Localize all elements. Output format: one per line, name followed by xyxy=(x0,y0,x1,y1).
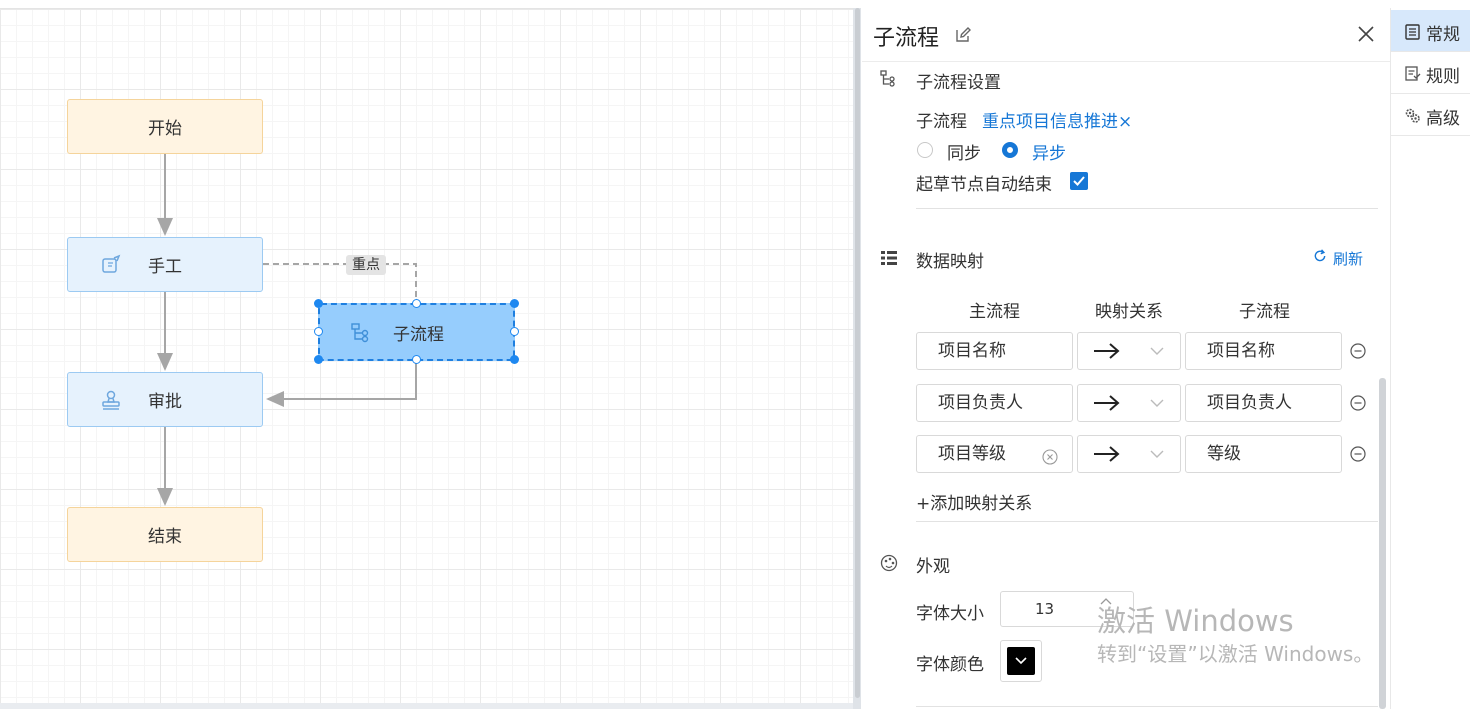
activation-watermark-title: 激活 Windows xyxy=(1097,604,1294,638)
start-node-label: 开始 xyxy=(148,119,182,139)
approve-node[interactable]: 审批 xyxy=(67,372,263,427)
subprocess-settings-icon xyxy=(880,70,895,87)
panel-title: 子流程 xyxy=(873,26,940,51)
remove-row-icon[interactable] xyxy=(1350,395,1366,411)
font-color-label: 字体颜色 xyxy=(916,655,984,675)
relation-select[interactable] xyxy=(1077,384,1181,422)
edge-manual-subprocess xyxy=(263,263,417,302)
resize-handle-ne[interactable] xyxy=(510,299,519,308)
tab-advanced-label: 高级 xyxy=(1426,109,1460,129)
manual-node-label: 手工 xyxy=(148,257,182,277)
arrow-right-icon xyxy=(1094,446,1120,462)
palette-icon xyxy=(880,554,898,572)
remove-row-icon[interactable] xyxy=(1350,343,1366,359)
approve-node-label: 审批 xyxy=(148,392,182,412)
stamp-icon xyxy=(102,390,120,410)
remove-row-icon[interactable] xyxy=(1350,446,1366,462)
activation-watermark-hint: 转到“设置”以激活 Windows。 xyxy=(1097,642,1374,666)
main-field-input[interactable]: 项目名称 xyxy=(916,332,1073,370)
font-color-picker[interactable] xyxy=(1000,640,1042,682)
connect-handle-left[interactable] xyxy=(314,327,323,336)
chevron-down-icon xyxy=(1150,347,1164,355)
subprocess-node-label: 子流程 xyxy=(393,324,444,345)
start-node[interactable]: 开始 xyxy=(67,99,263,154)
refresh-button[interactable]: 刷新 xyxy=(1333,248,1363,269)
data-mapping-title: 数据映射 xyxy=(916,252,984,272)
canvas-vertical-scrollbar[interactable] xyxy=(855,8,860,698)
refresh-icon[interactable] xyxy=(1313,249,1327,263)
main-field-input[interactable]: 项目负责人 xyxy=(916,384,1073,422)
relation-select[interactable] xyxy=(1077,332,1181,370)
subprocess-value-link[interactable]: 重点项目信息推进× xyxy=(982,107,1132,132)
tab-advanced[interactable]: 高级 xyxy=(1391,94,1470,136)
panel-scrollbar[interactable] xyxy=(1379,378,1386,709)
edge-subprocess-approve xyxy=(266,361,417,407)
edge-label[interactable]: 重点 xyxy=(346,255,386,275)
column-header-main: 主流程 xyxy=(969,302,1020,322)
async-radio-label[interactable]: 异步 xyxy=(1032,139,1066,164)
tab-rules-label: 规则 xyxy=(1426,67,1460,87)
rules-icon xyxy=(1405,66,1421,81)
section-divider xyxy=(916,208,1378,209)
relation-select[interactable] xyxy=(1077,435,1181,473)
arrow-right-icon xyxy=(1094,343,1120,359)
end-node[interactable]: 结束 xyxy=(67,507,263,562)
connect-handle-bottom[interactable] xyxy=(412,355,421,364)
connect-handle-right[interactable] xyxy=(510,327,519,336)
end-node-label: 结束 xyxy=(148,527,182,547)
arrow-right-icon xyxy=(1094,395,1120,411)
add-mapping-button[interactable]: +添加映射关系 xyxy=(916,489,1032,514)
appearance-title: 外观 xyxy=(916,557,950,577)
manual-task-icon xyxy=(102,254,121,273)
subprocess-settings-title: 子流程设置 xyxy=(916,73,1001,93)
sync-radio-label[interactable]: 同步 xyxy=(947,139,981,164)
auto-end-label: 起草节点自动结束 xyxy=(916,175,1052,195)
tab-general[interactable]: 常规 xyxy=(1391,10,1470,52)
panel-header: 子流程 xyxy=(862,8,1390,62)
chevron-down-icon xyxy=(1150,450,1164,458)
sub-field-input[interactable]: 项目负责人 xyxy=(1185,384,1342,422)
font-size-value: 13 xyxy=(1035,600,1055,618)
sub-field-input[interactable]: 项目名称 xyxy=(1185,332,1342,370)
edit-icon[interactable] xyxy=(954,26,972,44)
resize-handle-sw[interactable] xyxy=(314,355,323,364)
resize-handle-se[interactable] xyxy=(510,355,519,364)
gears-icon xyxy=(1405,108,1420,123)
font-size-label: 字体大小 xyxy=(916,604,984,624)
sub-field-input[interactable]: 等级 xyxy=(1185,435,1342,473)
section-divider xyxy=(916,706,1378,707)
resize-handle-nw[interactable] xyxy=(314,299,323,308)
auto-end-checkbox[interactable] xyxy=(1070,172,1088,190)
close-icon[interactable] xyxy=(1356,24,1376,44)
manual-node[interactable]: 手工 xyxy=(67,237,263,292)
tab-rules[interactable]: 规则 xyxy=(1391,52,1470,94)
tab-general-label: 常规 xyxy=(1426,25,1460,45)
data-mapping-icon xyxy=(881,251,897,265)
sync-radio[interactable] xyxy=(917,142,933,158)
subprocess-label: 子流程 xyxy=(916,112,967,132)
column-header-relation: 映射关系 xyxy=(1095,302,1163,322)
connect-handle-top[interactable] xyxy=(412,299,421,308)
subprocess-icon xyxy=(351,323,369,343)
column-header-sub: 子流程 xyxy=(1239,302,1290,322)
clear-input-icon[interactable] xyxy=(1042,449,1058,465)
right-tab-bar: 常规 规则 高级 xyxy=(1390,8,1470,709)
subprocess-node[interactable]: 子流程 xyxy=(318,303,515,361)
async-radio[interactable] xyxy=(1002,142,1018,158)
color-swatch xyxy=(1007,647,1035,675)
clipboard-icon xyxy=(1405,24,1420,40)
section-divider xyxy=(916,521,1378,522)
chevron-down-icon xyxy=(1150,399,1164,407)
